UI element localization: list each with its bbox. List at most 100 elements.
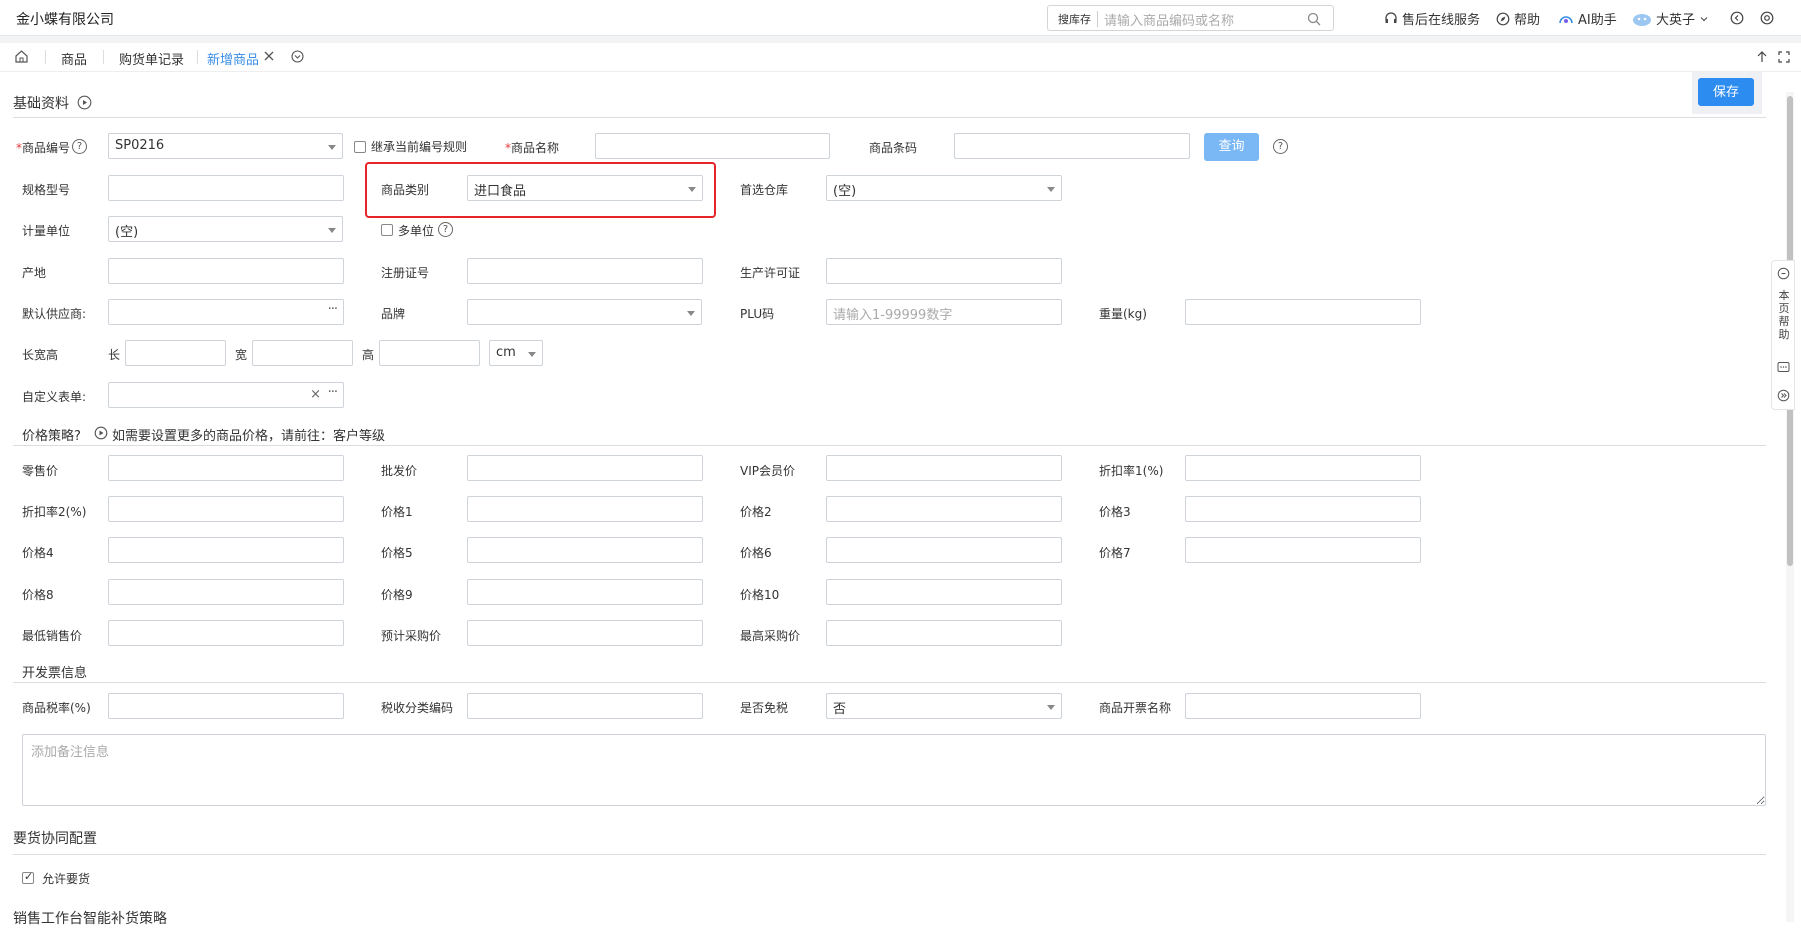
inherit-rule-label: 继承当前编号规则 — [371, 140, 468, 154]
multi-unit-checkbox[interactable] — [381, 224, 393, 236]
search-input[interactable]: 请输入商品编码或名称 — [1104, 10, 1234, 29]
message-icon[interactable] — [1777, 361, 1790, 374]
collapse-icon[interactable] — [1777, 389, 1790, 402]
home-icon[interactable] — [14, 49, 29, 64]
help-icon[interactable]: ? — [72, 139, 87, 154]
spec-input[interactable] — [108, 175, 344, 201]
search-tag[interactable]: 搜库存 — [1058, 11, 1098, 27]
tax-rate-label: 商品税率(%) — [22, 701, 91, 715]
help-icon[interactable]: ? — [1273, 139, 1288, 154]
supplier-input[interactable]: ··· — [108, 299, 344, 325]
tab-divider — [0, 71, 1801, 72]
tab-separator — [103, 50, 104, 64]
price6-input[interactable] — [826, 537, 1062, 563]
unit-select[interactable]: (空) — [108, 216, 343, 242]
tax-rate-input[interactable] — [108, 693, 344, 719]
plu-input[interactable]: 请输入1-99999数字 — [826, 299, 1062, 325]
warehouse-label: 首选仓库 — [740, 183, 789, 197]
multi-unit-label: 多单位 — [398, 224, 435, 238]
save-button[interactable]: 保存 — [1698, 78, 1754, 106]
allow-requisition-checkbox[interactable] — [22, 870, 34, 884]
play-icon[interactable] — [94, 426, 108, 440]
invoice-name-input[interactable] — [1185, 693, 1421, 719]
length-input[interactable] — [125, 340, 226, 366]
height-input[interactable] — [379, 340, 480, 366]
query-button[interactable]: 查询 — [1204, 133, 1259, 161]
max-purchase-price-input[interactable] — [826, 620, 1062, 646]
fullscreen-icon[interactable] — [1778, 51, 1790, 63]
price-hint[interactable]: 如需要设置更多的商品价格，请前往：客户等级 — [112, 425, 385, 444]
search-icon[interactable] — [1307, 12, 1321, 26]
chevron-down-icon — [1699, 14, 1709, 24]
tab-goods[interactable]: 商品 — [61, 49, 87, 68]
ai-icon — [1558, 12, 1574, 26]
est-purchase-price-input[interactable] — [467, 620, 703, 646]
back-icon[interactable] — [1730, 11, 1744, 25]
custom-form-label: 自定义表单: — [22, 390, 87, 404]
company-name: 金小蝶有限公司 — [16, 12, 114, 28]
max-purchase-price-label: 最高采购价 — [740, 629, 801, 643]
stock-search[interactable]: 搜库存 请输入商品编码或名称 — [1047, 5, 1334, 31]
registration-input[interactable] — [467, 258, 703, 284]
section-divider — [13, 854, 1766, 855]
brand-label: 品牌 — [381, 307, 406, 321]
price9-label: 价格9 — [381, 588, 413, 602]
license-input[interactable] — [826, 258, 1062, 284]
caret-down-icon — [687, 311, 695, 316]
retail-price-input[interactable] — [108, 455, 344, 481]
compass-icon — [1496, 12, 1510, 26]
price4-input[interactable] — [108, 537, 344, 563]
tax-free-select[interactable]: 否 — [826, 693, 1062, 719]
service-link[interactable]: 售后在线服务 — [1384, 9, 1480, 28]
tax-code-input[interactable] — [467, 693, 703, 719]
width-input[interactable] — [252, 340, 353, 366]
price1-input[interactable] — [467, 496, 703, 522]
price8-input[interactable] — [108, 579, 344, 605]
tab-new-goods[interactable]: 新增商品 — [207, 49, 259, 68]
page-help-label[interactable]: 本页帮助 — [1777, 289, 1791, 341]
section-invoice-title: 开发票信息 — [22, 666, 88, 681]
barcode-label: 商品条码 — [869, 141, 918, 155]
width-label: 宽 — [235, 348, 248, 362]
user-menu[interactable]: 大英子 — [1632, 9, 1709, 28]
min-sale-price-input[interactable] — [108, 620, 344, 646]
custom-form-input[interactable]: × ··· — [108, 382, 344, 408]
more-icon[interactable]: ··· — [328, 302, 338, 317]
brand-select[interactable] — [467, 299, 702, 325]
min-sale-price-label: 最低销售价 — [22, 629, 83, 643]
goods-name-input[interactable] — [595, 133, 830, 159]
weight-input[interactable] — [1185, 299, 1421, 325]
arrow-up-icon[interactable] — [1756, 51, 1768, 63]
price7-input[interactable] — [1185, 537, 1421, 563]
inherit-rule-checkbox[interactable] — [354, 141, 366, 153]
goods-code-select[interactable]: SP0216 — [108, 133, 343, 159]
settings-icon[interactable] — [1760, 11, 1774, 25]
caret-down-icon — [328, 228, 336, 233]
play-icon[interactable] — [77, 95, 92, 110]
est-purchase-price-label: 预计采购价 — [381, 629, 442, 643]
note-textarea[interactable] — [22, 734, 1766, 806]
price9-input[interactable] — [467, 579, 703, 605]
price3-input[interactable] — [1185, 496, 1421, 522]
discount2-input[interactable] — [108, 496, 344, 522]
discount1-input[interactable] — [1185, 455, 1421, 481]
warehouse-select[interactable]: (空) — [826, 175, 1062, 201]
help-link[interactable]: 帮助 — [1496, 9, 1540, 28]
help-icon[interactable]: ? — [438, 222, 453, 237]
price2-input[interactable] — [826, 496, 1062, 522]
ai-assistant-link[interactable]: AI助手 — [1558, 9, 1617, 28]
origin-input[interactable] — [108, 258, 344, 284]
clear-icon[interactable]: × — [310, 387, 321, 402]
barcode-input[interactable] — [954, 133, 1190, 159]
page-help-panel[interactable]: 本页帮助 — [1771, 260, 1795, 410]
price10-input[interactable] — [826, 579, 1062, 605]
price5-input[interactable] — [467, 537, 703, 563]
vip-price-input[interactable] — [826, 455, 1062, 481]
tab-dropdown-icon[interactable] — [291, 50, 304, 63]
close-icon[interactable] — [264, 51, 274, 61]
tab-purchase-records[interactable]: 购货单记录 — [119, 49, 184, 68]
price4-label: 价格4 — [22, 546, 54, 560]
wholesale-price-input[interactable] — [467, 455, 703, 481]
more-icon[interactable]: ··· — [328, 385, 338, 400]
dimension-unit-select[interactable]: cm — [489, 340, 543, 366]
